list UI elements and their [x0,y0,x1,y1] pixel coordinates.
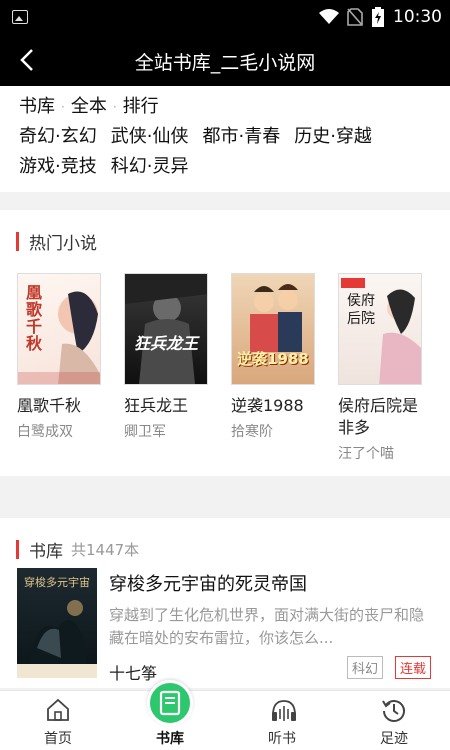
page-title: 全站书库_二毛小说网 [134,52,316,74]
category-history[interactable]: 历史·穿越 [294,126,372,147]
genre-tag: 科幻 [347,656,384,679]
book-cover[interactable]: 穿梭多元宇宙 [17,568,97,678]
section-title: 书库 [29,541,63,562]
nav-link-ranking[interactable]: 排行 [123,96,159,117]
section-marker [16,539,19,559]
status-bar: 10:30 [0,0,450,34]
library-section: 书库 共1447本 穿梭多元宇宙 穿梭多元宇宙的死灵帝国 穿越到了生化危机世界，… [0,518,450,688]
book-icon [159,690,181,716]
battery-charging-icon [372,7,384,27]
book-title[interactable]: 侯府后院是非多 [338,395,422,439]
library-book-item[interactable]: 穿梭多元宇宙 穿梭多元宇宙的死灵帝国 穿越到了生化危机世界，面对满大街的丧尸和隐… [17,568,437,683]
tab-home[interactable]: 首页 [2,691,114,750]
book-title[interactable]: 狂兵龙王 [124,395,208,417]
cover-title: 穿梭多元宇宙 [24,576,90,589]
nav-links: 书库 · 全本 · 排行 [19,96,159,117]
book-card[interactable]: 凰歌千秋 凰歌千秋 白鹭成双 [17,273,101,441]
category-scifi[interactable]: 科幻·灵异 [111,156,189,177]
cover-title: 狂兵龙王 [133,334,198,353]
image-icon [12,10,28,24]
category-game[interactable]: 游戏·竞技 [19,156,97,177]
book-author: 卿卫军 [124,424,166,440]
home-icon [47,698,69,721]
book-author: 汪了个喵 [338,446,394,462]
no-sim-icon [347,8,363,26]
book-count: 共1447本 [71,540,140,559]
category-row: 游戏·竞技 科幻·灵异 [19,152,450,182]
book-card[interactable]: 侯府后院 侯府后院是非多 汪了个喵 [338,273,422,463]
section-header: 热门小说 [16,230,97,254]
headphones-icon [272,700,296,721]
bottom-tab-bar: 首页 书库 听书 足迹 [0,690,450,750]
category-urban[interactable]: 都市·青春 [202,126,280,147]
category-row: 奇幻·玄幻 武侠·仙侠 都市·青春 历史·穿越 [19,122,450,152]
section-marker [16,231,19,251]
wifi-icon [319,9,339,24]
book-cover[interactable]: 逆袭1988 [231,273,315,385]
category-panel: 书库 · 全本 · 排行 奇幻·玄幻 武侠·仙侠 都市·青春 历史·穿越 游戏·竞技 科幻·灵异 [0,86,450,192]
tab-label: 首页 [44,731,72,747]
tab-audiobook[interactable]: 听书 [226,691,338,750]
book-description: 穿越到了生化危机世界，面对满大街的丧尸和隐藏在暗处的安布雷拉，你该怎么... [109,606,425,647]
section-header: 书库 共1447本 [16,538,140,562]
cover-title: 侯府后院 [347,293,375,327]
hot-novels-list: 凰歌千秋 凰歌千秋 白鹭成双 狂兵龙王 狂兵龙王 卿卫军 逆袭1988 逆袭19… [17,273,450,473]
category-fantasy[interactable]: 奇幻·玄幻 [19,126,97,147]
book-title[interactable]: 逆袭1988 [231,395,315,417]
book-author: 拾寒阶 [231,424,273,440]
history-icon [382,700,405,722]
book-author: 十七筝 [109,664,158,683]
tab-label: 书库 [156,731,184,747]
status-time: 10:30 [393,7,442,27]
tab-label: 听书 [268,731,296,747]
tab-history[interactable]: 足迹 [338,691,450,750]
tab-label: 足迹 [380,731,408,747]
book-cover[interactable]: 凰歌千秋 [17,273,101,385]
status-tag: 连载 [395,656,432,679]
title-bar: 全站书库_二毛小说网 [0,34,450,86]
nav-link-library[interactable]: 书库 [19,96,55,117]
hot-novels-section: 热门小说 凰歌千秋 凰歌千秋 白鹭成双 狂兵龙王 狂兵龙王 卿卫军 逆袭1988… [0,210,450,476]
library-tab-bubble[interactable] [147,680,193,726]
book-author: 白鹭成双 [17,424,73,440]
book-title[interactable]: 凰歌千秋 [17,395,101,417]
category-wuxia[interactable]: 武侠·仙侠 [111,126,189,147]
book-title[interactable]: 穿梭多元宇宙的死灵帝国 [109,570,307,596]
book-card[interactable]: 逆袭1988 逆袭1988 拾寒阶 [231,273,315,441]
book-cover[interactable]: 侯府后院 [338,273,422,385]
cover-title: 逆袭1988 [237,350,309,368]
cover-title: 凰歌千秋 [26,283,43,353]
book-card[interactable]: 狂兵龙王 狂兵龙王 卿卫军 [124,273,208,441]
status-icons: 10:30 [319,6,442,28]
nav-link-complete[interactable]: 全本 [71,96,107,117]
book-cover[interactable]: 狂兵龙王 [124,273,208,385]
section-title: 热门小说 [29,233,97,254]
